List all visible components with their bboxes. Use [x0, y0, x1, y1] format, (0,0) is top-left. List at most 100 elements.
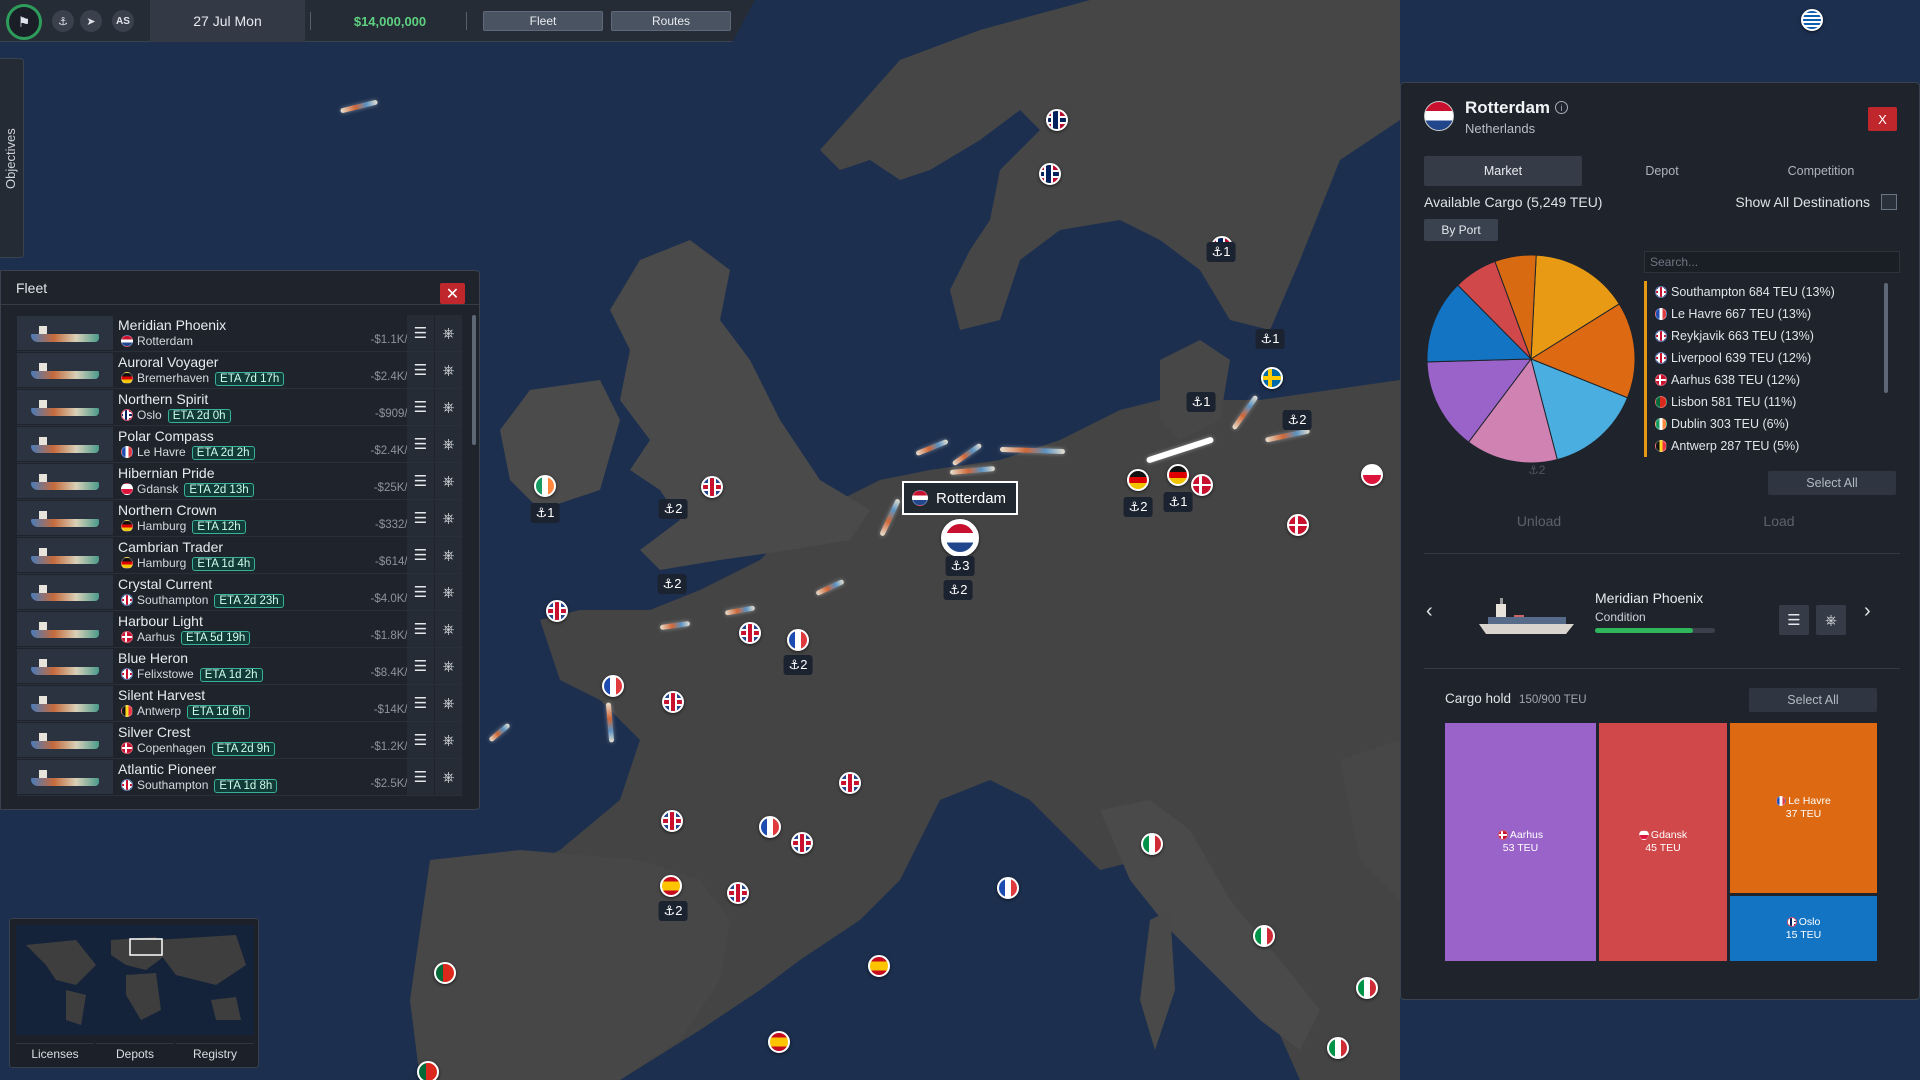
port-pin-it[interactable]: [1356, 977, 1378, 999]
port-pin-fr[interactable]: [602, 675, 624, 697]
ship-helm-button[interactable]: ⎈: [435, 759, 462, 795]
port-pin-it[interactable]: [1253, 925, 1275, 947]
fleet-row[interactable]: Blue Heron Felixstowe ETA 1d 2h -$8.4K/d ☰ ⎈: [17, 648, 462, 685]
cargo-cell-le-havre[interactable]: Le Havre 37 TEU: [1730, 723, 1877, 893]
destination-row[interactable]: Reykjavik 663 TEU (13%): [1644, 325, 1900, 347]
ship-menu-button[interactable]: ☰: [407, 389, 434, 425]
ship-helm-button[interactable]: ⎈: [435, 315, 462, 351]
minimap[interactable]: [16, 925, 254, 1035]
ship-helm-button[interactable]: ⎈: [435, 574, 462, 610]
cargo-cell-oslo[interactable]: Oslo 15 TEU: [1730, 896, 1877, 961]
port-pin-no[interactable]: [1046, 109, 1068, 131]
port-pin-dk[interactable]: [1191, 474, 1213, 496]
destination-row[interactable]: Southampton 684 TEU (13%): [1644, 281, 1900, 303]
ship-helm-button[interactable]: ⎈: [435, 500, 462, 536]
info-icon[interactable]: i: [1555, 101, 1568, 114]
ship-helm-button[interactable]: ⎈: [1816, 605, 1846, 635]
ship-helm-button[interactable]: ⎈: [435, 611, 462, 647]
cargo-cell-aarhus[interactable]: Aarhus 53 TEU: [1445, 723, 1596, 961]
tab-market[interactable]: Market: [1424, 156, 1582, 186]
port-pin-fr[interactable]: [787, 629, 809, 651]
fleet-row[interactable]: Atlantic Pioneer Southampton ETA 1d 8h -$2.…: [17, 759, 462, 796]
objectives-tab[interactable]: Objectives: [0, 58, 24, 258]
registry-button[interactable]: Registry: [176, 1043, 254, 1063]
port-pin-de[interactable]: [1127, 469, 1149, 491]
fleet-row[interactable]: Polar Compass Le Havre ETA 2d 2h -$2.4K/d ☰ ⎈: [17, 426, 462, 463]
port-pin-ie[interactable]: [534, 475, 556, 497]
ship-helm-button[interactable]: ⎈: [435, 648, 462, 684]
fleet-row[interactable]: Silver Crest Copenhagen ETA 2d 9h -$1.2K/d ☰…: [17, 722, 462, 759]
port-pin-fr[interactable]: [997, 877, 1019, 899]
port-pin-pl[interactable]: [1361, 464, 1383, 486]
fleet-row[interactable]: Silent Harvest Antwerp ETA 1d 6h -$14K/d ☰ ⎈: [17, 685, 462, 722]
fleet-row[interactable]: Harbour Light Aarhus ETA 5d 19h -$1.8K/d ☰ ⎈: [17, 611, 462, 648]
destination-row[interactable]: Liverpool 639 TEU (12%): [1644, 347, 1900, 369]
port-pin-es[interactable]: [660, 875, 682, 897]
cargo-hold-treemap[interactable]: Aarhus 53 TEU Gdansk 45 TEU Le Havre 37 TEU Os…: [1445, 723, 1877, 961]
destination-search-input[interactable]: Search...: [1644, 251, 1900, 273]
tab-competition[interactable]: Competition: [1742, 156, 1900, 186]
select-all-cargo-button[interactable]: Select All: [1768, 471, 1896, 495]
company-logo-button[interactable]: ⚑: [6, 4, 42, 40]
ship-helm-button[interactable]: ⎈: [435, 352, 462, 388]
port-pin-pt[interactable]: [417, 1061, 439, 1080]
company-initials-button[interactable]: AS: [112, 10, 134, 32]
close-port-button[interactable]: X: [1868, 107, 1897, 131]
ship-menu-button[interactable]: ☰: [407, 315, 434, 351]
destination-row[interactable]: Antwerp 287 TEU (5%): [1644, 435, 1900, 457]
fleet-row[interactable]: Northern Crown Hamburg ETA 12h -$332/d ☰ ⎈: [17, 500, 462, 537]
ship-menu-button[interactable]: ☰: [407, 648, 434, 684]
port-pin-uk[interactable]: [739, 622, 761, 644]
destination-row[interactable]: Lisbon 581 TEU (11%): [1644, 391, 1900, 413]
ship-helm-button[interactable]: ⎈: [435, 537, 462, 573]
load-button[interactable]: Load: [1664, 508, 1894, 534]
ship-helm-button[interactable]: ⎈: [435, 685, 462, 721]
port-pin-no[interactable]: [1039, 163, 1061, 185]
port-pin-uk[interactable]: [662, 691, 684, 713]
select-all-hold-button[interactable]: Select All: [1749, 688, 1877, 712]
destination-row[interactable]: Dublin 303 TEU (6%): [1644, 413, 1900, 435]
unload-button[interactable]: Unload: [1424, 508, 1654, 534]
ship-helm-button[interactable]: ⎈: [435, 426, 462, 462]
ship-icon[interactable]: ➤: [80, 10, 102, 32]
rotterdam-port-pin[interactable]: [941, 519, 979, 557]
port-pin-uk[interactable]: [546, 600, 568, 622]
port-pin-se[interactable]: [1261, 367, 1283, 389]
ship-menu-button[interactable]: ☰: [407, 685, 434, 721]
next-ship-arrow-icon[interactable]: ›: [1864, 600, 1871, 623]
fleet-row[interactable]: Crystal Current Southampton ETA 2d 23h -$4.…: [17, 574, 462, 611]
fleet-row[interactable]: Meridian Phoenix Rotterdam -$1.1K/d ☰ ⎈: [17, 315, 462, 352]
fleet-row[interactable]: Northern Spirit Oslo ETA 2d 0h -$909/d ☰ ⎈: [17, 389, 462, 426]
anchor-icon[interactable]: ⚓: [52, 10, 74, 32]
routes-button[interactable]: Routes: [611, 11, 731, 31]
close-fleet-button[interactable]: ✕: [440, 283, 465, 304]
show-all-destinations-checkbox[interactable]: [1881, 194, 1897, 210]
ship-menu-button[interactable]: ☰: [1779, 605, 1809, 635]
port-pin-uk[interactable]: [839, 772, 861, 794]
port-pin-uk[interactable]: [791, 832, 813, 854]
port-pin-dk[interactable]: [1287, 514, 1309, 536]
ship-menu-button[interactable]: ☰: [407, 537, 434, 573]
tab-depot[interactable]: Depot: [1583, 156, 1741, 186]
port-pin-pt[interactable]: [434, 962, 456, 984]
port-pin-de[interactable]: [1167, 464, 1189, 486]
destination-row[interactable]: Le Havre 667 TEU (13%): [1644, 303, 1900, 325]
cargo-cell-gdansk[interactable]: Gdansk 45 TEU: [1599, 723, 1727, 961]
ship-menu-button[interactable]: ☰: [407, 574, 434, 610]
selected-port-tooltip[interactable]: Rotterdam: [902, 481, 1018, 515]
ship-menu-button[interactable]: ☰: [407, 611, 434, 647]
destination-row[interactable]: Aarhus 638 TEU (12%): [1644, 369, 1900, 391]
ship-helm-button[interactable]: ⎈: [435, 389, 462, 425]
fleet-row[interactable]: Cambrian Trader Hamburg ETA 1d 4h -$614/d ☰ ⎈: [17, 537, 462, 574]
destination-scrollbar[interactable]: [1884, 283, 1888, 393]
port-pin-es[interactable]: [868, 955, 890, 977]
fleet-row[interactable]: Hibernian Pride Gdansk ETA 2d 13h -$25K/d ☰ ⎈: [17, 463, 462, 500]
ship-menu-button[interactable]: ☰: [407, 500, 434, 536]
ship-helm-button[interactable]: ⎈: [435, 722, 462, 758]
port-pin-uk[interactable]: [701, 476, 723, 498]
ship-menu-button[interactable]: ☰: [407, 352, 434, 388]
previous-ship-arrow-icon[interactable]: ‹: [1426, 600, 1433, 623]
port-pin-uk[interactable]: [727, 882, 749, 904]
by-port-button[interactable]: By Port: [1424, 219, 1498, 241]
ship-menu-button[interactable]: ☰: [407, 426, 434, 462]
